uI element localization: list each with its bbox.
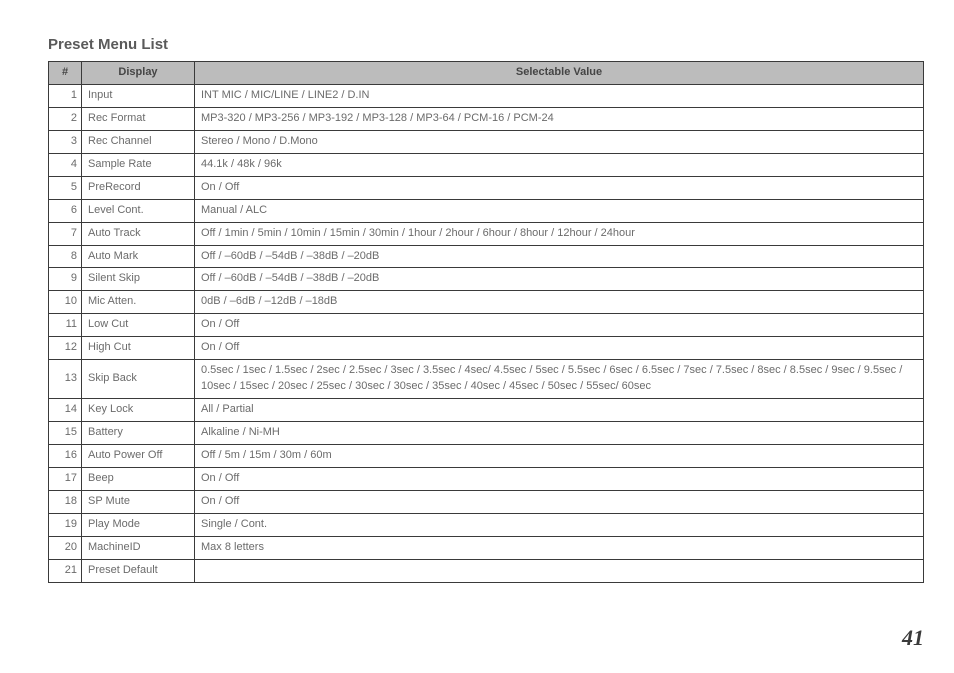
cell-num: 17 <box>49 467 82 490</box>
table-row: 3Rec ChannelStereo / Mono / D.Mono <box>49 130 924 153</box>
cell-value: On / Off <box>195 176 924 199</box>
cell-value: On / Off <box>195 314 924 337</box>
cell-display: Level Cont. <box>82 199 195 222</box>
cell-value: Off / 5m / 15m / 30m / 60m <box>195 444 924 467</box>
cell-value: 44.1k / 48k / 96k <box>195 153 924 176</box>
cell-num: 6 <box>49 199 82 222</box>
cell-display: Play Mode <box>82 513 195 536</box>
cell-value: Manual / ALC <box>195 199 924 222</box>
cell-display: Preset Default <box>82 559 195 582</box>
cell-value: MP3-320 / MP3-256 / MP3-192 / MP3-128 / … <box>195 107 924 130</box>
table-row: 20MachineIDMax 8 letters <box>49 536 924 559</box>
table-row: 4Sample Rate44.1k / 48k / 96k <box>49 153 924 176</box>
cell-display: Battery <box>82 422 195 445</box>
cell-num: 1 <box>49 84 82 107</box>
cell-num: 21 <box>49 559 82 582</box>
cell-display: Auto Track <box>82 222 195 245</box>
cell-value: Off / 1min / 5min / 10min / 15min / 30mi… <box>195 222 924 245</box>
table-row: 12High CutOn / Off <box>49 337 924 360</box>
cell-num: 19 <box>49 513 82 536</box>
cell-num: 18 <box>49 490 82 513</box>
table-row: 13Skip Back0.5sec / 1sec / 1.5sec / 2sec… <box>49 360 924 399</box>
cell-display: Sample Rate <box>82 153 195 176</box>
table-row: 11Low CutOn / Off <box>49 314 924 337</box>
page-title: Preset Menu List <box>48 36 924 53</box>
cell-num: 13 <box>49 360 82 399</box>
table-row: 9Silent SkipOff / –60dB / –54dB / –38dB … <box>49 268 924 291</box>
cell-value: Single / Cont. <box>195 513 924 536</box>
cell-num: 12 <box>49 337 82 360</box>
cell-display: Auto Mark <box>82 245 195 268</box>
cell-num: 16 <box>49 444 82 467</box>
table-row: 10Mic Atten.0dB / –6dB / –12dB / –18dB <box>49 291 924 314</box>
table-row: 14Key LockAll / Partial <box>49 399 924 422</box>
table-row: 15BatteryAlkaline / Ni-MH <box>49 422 924 445</box>
col-header-display: Display <box>82 62 195 85</box>
cell-num: 8 <box>49 245 82 268</box>
cell-num: 10 <box>49 291 82 314</box>
cell-value: Max 8 letters <box>195 536 924 559</box>
table-row: 19Play ModeSingle / Cont. <box>49 513 924 536</box>
preset-menu-table: # Display Selectable Value 1InputINT MIC… <box>48 61 924 583</box>
table-row: 21Preset Default <box>49 559 924 582</box>
cell-display: High Cut <box>82 337 195 360</box>
cell-value: Off / –60dB / –54dB / –38dB / –20dB <box>195 245 924 268</box>
table-row: 17BeepOn / Off <box>49 467 924 490</box>
table-row: 18SP MuteOn / Off <box>49 490 924 513</box>
table-row: 2Rec FormatMP3-320 / MP3-256 / MP3-192 /… <box>49 107 924 130</box>
table-row: 7Auto TrackOff / 1min / 5min / 10min / 1… <box>49 222 924 245</box>
table-header-row: # Display Selectable Value <box>49 62 924 85</box>
cell-display: PreRecord <box>82 176 195 199</box>
cell-num: 7 <box>49 222 82 245</box>
table-row: 8Auto MarkOff / –60dB / –54dB / –38dB / … <box>49 245 924 268</box>
cell-num: 3 <box>49 130 82 153</box>
cell-display: SP Mute <box>82 490 195 513</box>
cell-num: 20 <box>49 536 82 559</box>
cell-value: All / Partial <box>195 399 924 422</box>
cell-value: On / Off <box>195 337 924 360</box>
cell-value: 0dB / –6dB / –12dB / –18dB <box>195 291 924 314</box>
table-row: 1InputINT MIC / MIC/LINE / LINE2 / D.IN <box>49 84 924 107</box>
cell-display: Input <box>82 84 195 107</box>
cell-num: 5 <box>49 176 82 199</box>
col-header-num: # <box>49 62 82 85</box>
cell-num: 4 <box>49 153 82 176</box>
cell-value: Alkaline / Ni-MH <box>195 422 924 445</box>
cell-display: Rec Format <box>82 107 195 130</box>
cell-num: 14 <box>49 399 82 422</box>
cell-value: On / Off <box>195 467 924 490</box>
cell-num: 15 <box>49 422 82 445</box>
cell-num: 11 <box>49 314 82 337</box>
cell-value: Off / –60dB / –54dB / –38dB / –20dB <box>195 268 924 291</box>
cell-display: Low Cut <box>82 314 195 337</box>
table-row: 5PreRecordOn / Off <box>49 176 924 199</box>
cell-value: INT MIC / MIC/LINE / LINE2 / D.IN <box>195 84 924 107</box>
cell-display: Beep <box>82 467 195 490</box>
cell-value: Stereo / Mono / D.Mono <box>195 130 924 153</box>
cell-display: Auto Power Off <box>82 444 195 467</box>
cell-num: 2 <box>49 107 82 130</box>
cell-display: Key Lock <box>82 399 195 422</box>
cell-num: 9 <box>49 268 82 291</box>
cell-value <box>195 559 924 582</box>
cell-display: Skip Back <box>82 360 195 399</box>
table-row: 16Auto Power OffOff / 5m / 15m / 30m / 6… <box>49 444 924 467</box>
cell-display: Mic Atten. <box>82 291 195 314</box>
col-header-value: Selectable Value <box>195 62 924 85</box>
table-row: 6Level Cont.Manual / ALC <box>49 199 924 222</box>
cell-value: 0.5sec / 1sec / 1.5sec / 2sec / 2.5sec /… <box>195 360 924 399</box>
page-number: 41 <box>902 625 924 651</box>
cell-display: Rec Channel <box>82 130 195 153</box>
cell-display: Silent Skip <box>82 268 195 291</box>
cell-value: On / Off <box>195 490 924 513</box>
cell-display: MachineID <box>82 536 195 559</box>
